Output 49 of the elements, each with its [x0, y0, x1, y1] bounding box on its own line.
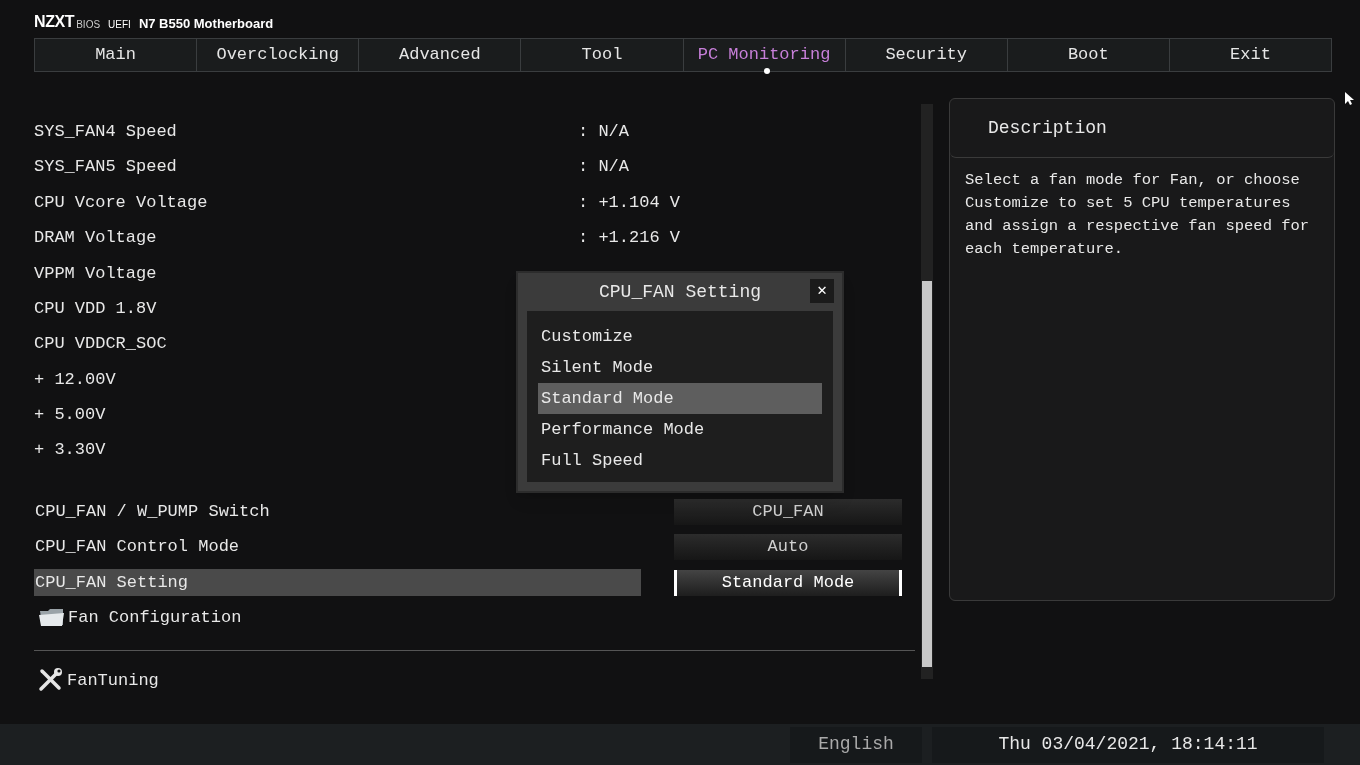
reading-label: + 5.00V — [34, 405, 106, 425]
reading-label: CPU Vcore Voltage — [34, 192, 208, 212]
reading-label: DRAM Voltage — [34, 228, 157, 248]
tab[interactable]: Advanced — [358, 39, 521, 71]
reading-label: VPPM Voltage — [34, 263, 157, 283]
setting-label[interactable]: CPU_FAN Setting — [34, 569, 641, 597]
submenu-item[interactable]: Fan Configuration — [68, 604, 242, 631]
scrollbar[interactable] — [921, 104, 933, 679]
board-name: N7 B550 Motherboard — [138, 17, 274, 30]
tab[interactable]: Tool — [520, 39, 683, 71]
brand-logo: NZXT — [34, 14, 75, 30]
dialog-title: CPU_FAN Setting — [599, 280, 761, 304]
setting-value-button[interactable]: CPU_FAN — [674, 498, 902, 525]
language-button[interactable]: English — [790, 726, 922, 763]
bios-label: BIOS — [76, 20, 101, 30]
close-button[interactable]: ✕ — [810, 279, 834, 303]
reading-value: : +1.216 V — [578, 227, 681, 250]
tab[interactable]: Security — [844, 39, 1007, 71]
description-text: Select a fan mode for Fan, or choose Customize to set 5 CPU temperatures and assign a respective fan speed for each temperature. — [964, 170, 1311, 260]
setting-label[interactable]: CPU_FAN Control Mode — [34, 533, 641, 561]
tools-icon — [37, 667, 63, 694]
reading-label: CPU VDD 1.8V — [34, 298, 157, 318]
reading-label: + 3.30V — [34, 440, 106, 460]
dialog-option[interactable]: Standard Mode — [538, 383, 822, 414]
reading-value: : N/A — [578, 120, 629, 143]
tab[interactable]: Boot — [1006, 39, 1169, 71]
mouse-pointer-icon — [1345, 92, 1354, 106]
dialog-option[interactable]: Full Speed — [538, 445, 822, 476]
setting-value-button[interactable]: Auto — [674, 534, 902, 561]
tool-item[interactable]: FanTuning — [67, 667, 159, 694]
setting-label[interactable]: CPU_FAN / W_PUMP Switch — [34, 498, 641, 526]
reading-value: : +1.104 V — [578, 191, 681, 214]
folder-icon — [39, 607, 65, 628]
reading-label: CPU VDDCR_SOC — [34, 334, 167, 354]
tab[interactable]: PC Monitoring — [682, 39, 845, 71]
dialog-option[interactable]: Customize — [538, 321, 822, 352]
reading-value: : N/A — [578, 156, 629, 179]
tab[interactable]: Exit — [1168, 39, 1331, 71]
tab[interactable]: Main — [35, 39, 197, 71]
reading-label: + 12.00V — [34, 369, 116, 389]
reading-label: SYS_FAN4 Speed — [34, 121, 177, 141]
tab[interactable]: Overclocking — [196, 39, 359, 71]
setting-value-button[interactable]: Standard Mode — [674, 569, 902, 596]
reading-label: SYS_FAN5 Speed — [34, 157, 177, 177]
dialog-option[interactable]: Silent Mode — [538, 352, 822, 383]
date-time: Thu 03/04/2021, 18:14:11 — [932, 726, 1324, 763]
firmware-label: UEFI — [108, 20, 131, 30]
description-title: Description — [988, 116, 1107, 140]
dialog-option[interactable]: Performance Mode — [538, 414, 822, 445]
